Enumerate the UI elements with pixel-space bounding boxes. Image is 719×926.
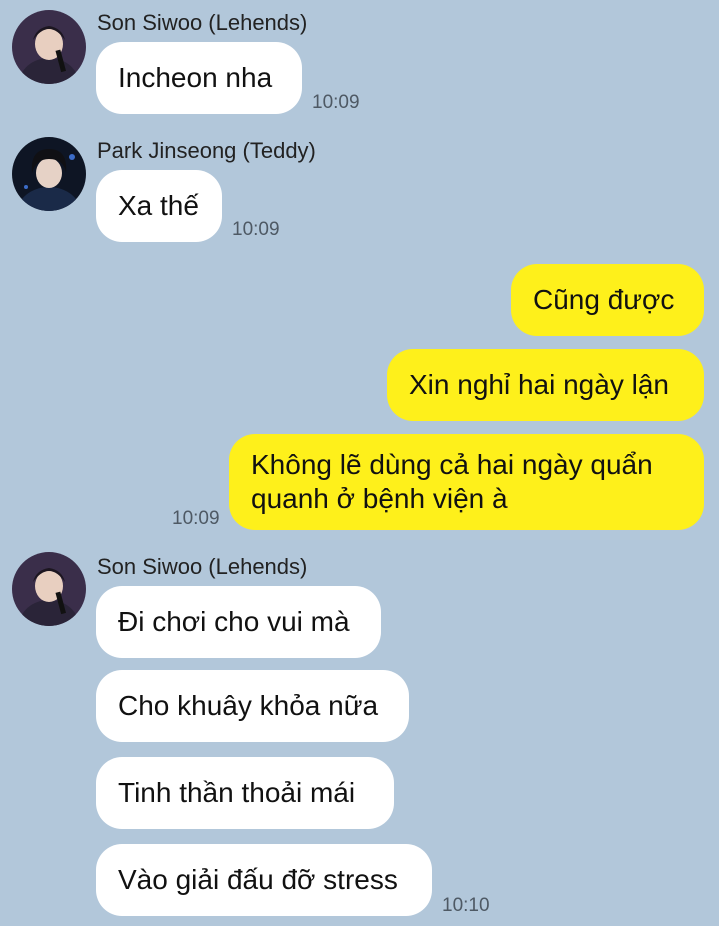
avatar-son-siwoo[interactable] [12, 552, 86, 626]
message-bubble[interactable]: Xa thế [96, 170, 222, 242]
avatar-son-siwoo[interactable] [12, 10, 86, 84]
timestamp: 10:09 [312, 92, 360, 113]
sender-name: Son Siwoo (Lehends) [97, 10, 308, 35]
message-bubble[interactable]: Đi chơi cho vui mà [96, 586, 381, 658]
message-bubble-outgoing[interactable]: Không lẽ dùng cả hai ngày quẩn quanh ở b… [229, 434, 704, 530]
message-bubble-outgoing[interactable]: Xin nghỉ hai ngày lận [387, 349, 704, 421]
timestamp: 10:09 [172, 508, 220, 529]
timestamp: 10:10 [442, 895, 490, 916]
message-bubble[interactable]: Cho khuây khỏa nữa [96, 670, 409, 742]
message-bubble[interactable]: Vào giải đấu đỡ stress [96, 844, 432, 916]
sender-name: Son Siwoo (Lehends) [97, 554, 308, 579]
timestamp: 10:09 [232, 219, 280, 240]
message-bubble[interactable]: Incheon nha [96, 42, 302, 114]
avatar-park-jinseong[interactable] [12, 137, 86, 211]
message-bubble[interactable]: Tinh thần thoải mái [96, 757, 394, 829]
message-bubble-outgoing[interactable]: Cũng được [511, 264, 704, 336]
sender-name: Park Jinseong (Teddy) [97, 138, 316, 163]
